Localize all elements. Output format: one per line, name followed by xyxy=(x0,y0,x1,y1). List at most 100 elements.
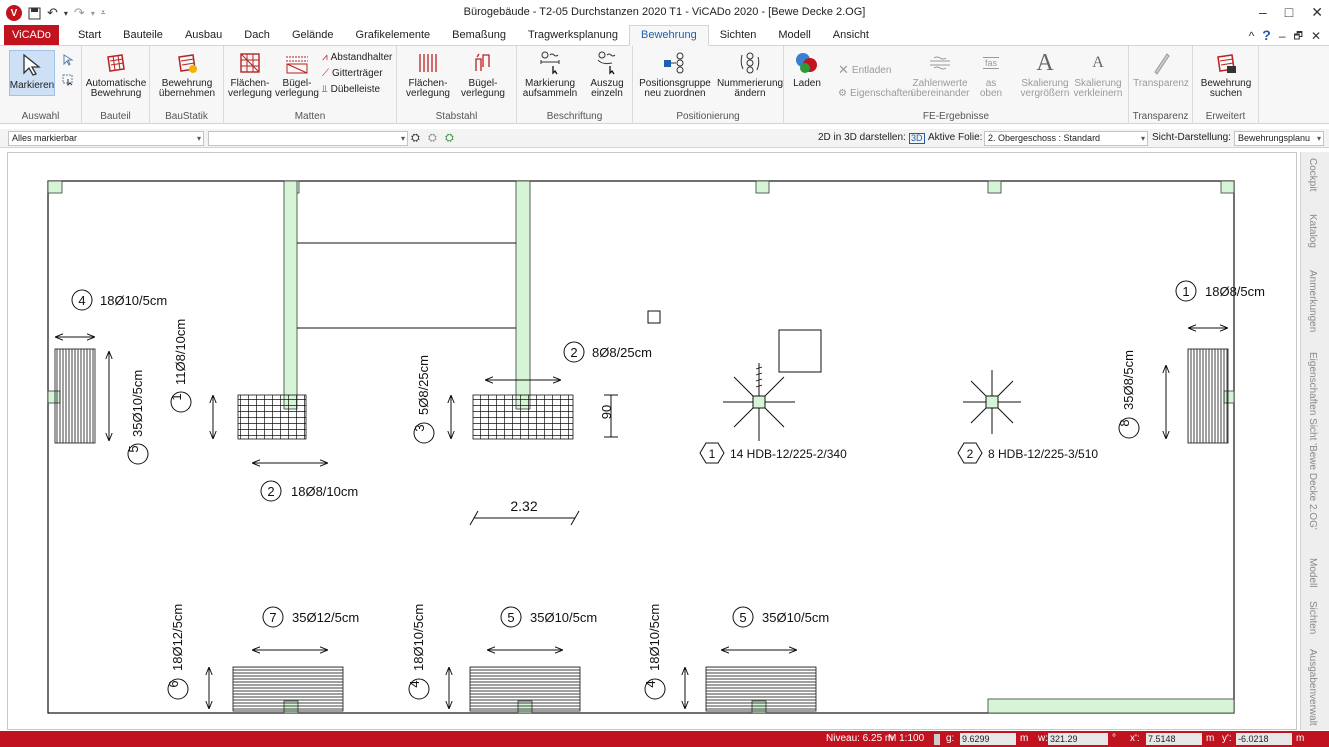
tab-bemassung[interactable]: Bemaßung xyxy=(441,26,517,45)
column xyxy=(987,180,1002,194)
tab-start[interactable]: Start xyxy=(67,26,112,45)
skalierung-verkleinern-button[interactable]: A Skalierung verkleinern xyxy=(1072,50,1124,99)
rebar-search-icon xyxy=(1213,50,1239,76)
status-massstab[interactable]: M 1:100 xyxy=(888,733,924,744)
status-x-value[interactable]: 7.5148 xyxy=(1146,733,1202,745)
stabstahl-flaechenverlegung-button[interactable]: Flächen- verlegung xyxy=(405,50,451,99)
aktive-folie-combo[interactable]: 2. Obergeschoss : Standard ▾ xyxy=(984,131,1148,146)
3d-toggle-icon[interactable]: 3D xyxy=(909,133,925,144)
tab-ansicht[interactable]: Ansicht xyxy=(822,26,880,45)
rebar-label: 35Ø12/5cm xyxy=(292,610,359,625)
sidepanel-tab-sichten[interactable]: Sichten xyxy=(1307,601,1318,634)
stud-rail-label: 14 HDB-12/225-2/340 xyxy=(730,447,847,461)
rebar-label: 18Ø10/5cm xyxy=(411,604,426,671)
skalierung-vergroessern-button[interactable]: A Skalierung vergrößern xyxy=(1020,50,1070,99)
entladen-button[interactable]: ✕ Entladen xyxy=(838,62,891,78)
tab-dach[interactable]: Dach xyxy=(233,26,281,45)
opening xyxy=(778,329,822,373)
chevron-down-icon: ▾ xyxy=(196,134,201,143)
tab-modell[interactable]: Modell xyxy=(767,26,821,45)
search-combo[interactable]: ▾ xyxy=(208,131,408,146)
stabstahl-buegelverlegung-button[interactable]: Bügel- verlegung xyxy=(459,50,507,99)
select-cursor-icon[interactable] xyxy=(62,54,74,66)
tab-gelaende[interactable]: Gelände xyxy=(281,26,345,45)
wall xyxy=(515,180,531,410)
position-number: 4 xyxy=(643,680,658,687)
tab-sichten[interactable]: Sichten xyxy=(709,26,768,45)
help-icon[interactable]: ? xyxy=(1262,28,1271,46)
doc-restore-button[interactable]: 🗗 xyxy=(1294,29,1303,46)
properties-gear-icon: ⚙ xyxy=(838,88,847,99)
transparenz-button[interactable]: Transparenz xyxy=(1133,50,1189,89)
matten-buegelverlegung-button[interactable]: Bügel- verlegung xyxy=(275,50,319,99)
minimize-button[interactable]: – xyxy=(1259,4,1267,21)
collapse-ribbon-icon[interactable]: ^ xyxy=(1249,29,1255,46)
tab-vicado[interactable]: ViCADo xyxy=(4,25,59,45)
mesh-stirrup-icon xyxy=(284,50,310,76)
scale-down-icon: A xyxy=(1092,54,1104,71)
status-g-value[interactable]: 9.6299 xyxy=(960,733,1016,745)
eigenschaften-button[interactable]: ⚙ Eigenschaften xyxy=(838,88,913,99)
doc-minimize-button[interactable]: – xyxy=(1279,29,1286,46)
lattice-girder-icon: ⟋ xyxy=(322,68,329,79)
fe-load-icon xyxy=(794,50,820,76)
binoculars-forward-icon[interactable]: ⛭ xyxy=(445,132,454,145)
title-bar: V ↶ ▾ ↷ ▾ ⩡ Bürogebäude - T2-05 Durchsta… xyxy=(0,0,1329,26)
markierung-aufsammeln-button[interactable]: Markierung aufsammeln xyxy=(521,50,579,99)
laden-button[interactable]: Laden xyxy=(788,50,826,89)
group-baustatik: Bewehrung übernehmen BauStatik xyxy=(150,46,224,124)
position-number: 7 xyxy=(269,610,276,625)
opening xyxy=(647,310,661,324)
position-group-icon xyxy=(662,50,688,76)
close-button[interactable]: ✕ xyxy=(1311,4,1323,21)
binoculars-icon[interactable]: ⛭ xyxy=(411,132,420,145)
sidepanel-tab-katalog[interactable]: Katalog xyxy=(1307,214,1318,248)
sidepanel-tab-cockpit[interactable]: Cockpit xyxy=(1307,158,1318,191)
sidepanel-tab-modell[interactable]: Modell xyxy=(1307,558,1318,587)
selection-filter-combo[interactable]: Alles markierbar ▾ xyxy=(8,131,204,146)
maximize-button[interactable]: □ xyxy=(1285,4,1293,21)
auto-rebar-icon xyxy=(103,50,129,76)
doc-close-button[interactable]: ✕ xyxy=(1311,29,1321,46)
markieren-button[interactable]: Markieren xyxy=(9,50,55,96)
nummerierung-aendern-button[interactable]: Nummerierung ändern xyxy=(717,50,783,99)
drawing-canvas[interactable]: 4 18Ø10/5cm 1 18Ø8/5cm 1 11Ø8/10cm 5 35Ø… xyxy=(7,152,1297,730)
status-g-label: g: xyxy=(946,733,955,744)
rebar-grid xyxy=(472,394,574,440)
wall xyxy=(283,180,298,410)
duebelleiste-button[interactable]: ⫫ Dübelleiste xyxy=(322,84,380,95)
column xyxy=(755,180,770,194)
abstandhalter-button[interactable]: ⩘ Abstandhalter xyxy=(322,52,392,63)
rebar-mesh xyxy=(232,666,344,712)
window-select-icon[interactable] xyxy=(62,74,74,86)
sidepanel-tab-eigenschaften[interactable]: Eigenschaften Sicht 'Bewe Decke 2.OG' xyxy=(1307,352,1318,530)
extract-icon xyxy=(594,50,620,76)
zahlenwerte-button[interactable]: Zahlenwerte übereinander xyxy=(911,50,969,99)
status-w-value[interactable]: 321.29 xyxy=(1048,733,1108,745)
tab-bewehrung[interactable]: Bewehrung xyxy=(629,25,709,46)
rebar-label: 35Ø10/5cm xyxy=(762,610,829,625)
sicht-darstellung-combo[interactable]: Bewehrungsplanu ▾ xyxy=(1234,131,1324,146)
tab-grafikelemente[interactable]: Grafikelemente xyxy=(345,26,442,45)
bewehrung-suchen-button[interactable]: Bewehrung suchen xyxy=(1201,50,1251,99)
auszug-einzeln-button[interactable]: Auszug einzeln xyxy=(587,50,627,99)
group-beschriftung: Markierung aufsammeln Auszug einzeln Bes… xyxy=(517,46,633,124)
sidepanel-tab-ausgabenverwaltung[interactable]: Ausgabenverwalt xyxy=(1307,649,1318,726)
automatische-bewehrung-button[interactable]: Automatische Bewehrung xyxy=(86,50,146,99)
binoculars-back-icon[interactable]: ⛭ xyxy=(428,132,437,145)
group-fe-ergebnisse: Laden ✕ Entladen ⚙ Eigenschaften Zahlenw… xyxy=(784,46,1129,124)
tab-tragwerksplanung[interactable]: Tragwerksplanung xyxy=(517,26,629,45)
matten-flaechenverlegung-button[interactable]: Flächen- verlegung xyxy=(228,50,272,99)
positionsgruppe-button[interactable]: Positionsgruppe neu zuordnen xyxy=(635,50,715,99)
tab-ausbau[interactable]: Ausbau xyxy=(174,26,233,45)
as-oben-button[interactable]: fas as oben xyxy=(974,50,1008,99)
stud-rail-group xyxy=(723,363,795,441)
bar-stirrup-icon xyxy=(470,50,496,76)
label-2d-in-3d: 2D in 3D darstellen: xyxy=(818,132,906,143)
bewehrung-uebernehmen-button[interactable]: Bewehrung übernehmen xyxy=(158,50,216,99)
gittertraeger-button[interactable]: ⟋ Gitterträger xyxy=(322,68,383,79)
group-stabstahl: Flächen- verlegung Bügel- verlegung Stab… xyxy=(397,46,517,124)
tab-bauteile[interactable]: Bauteile xyxy=(112,26,174,45)
status-y-value[interactable]: -6.0218 xyxy=(1236,733,1292,745)
sidepanel-tab-anmerkungen[interactable]: Anmerkungen xyxy=(1307,270,1318,332)
